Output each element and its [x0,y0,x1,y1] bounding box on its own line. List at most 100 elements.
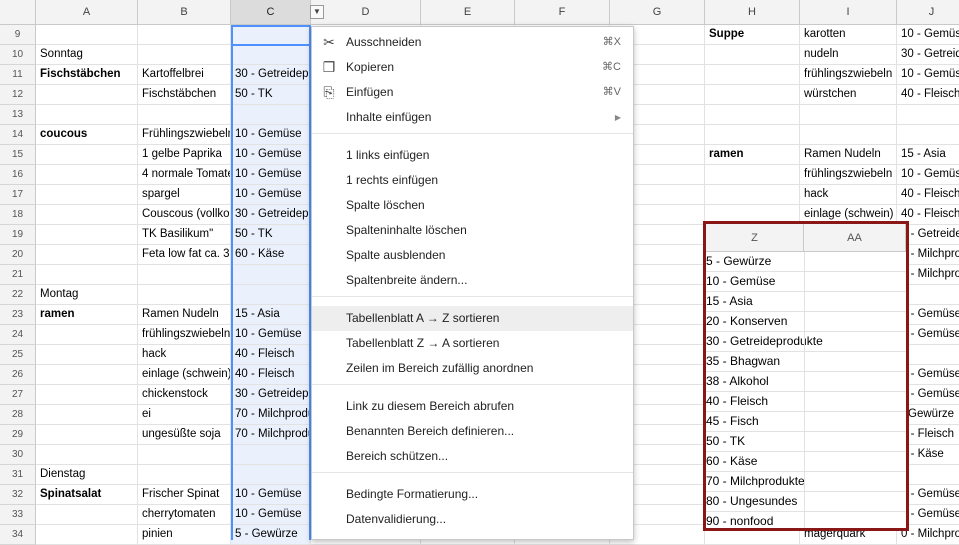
cell-h16[interactable] [705,165,800,185]
cell-h10[interactable] [705,45,800,65]
cell-j14[interactable] [897,125,959,145]
menu-item-bedingte-formatierung[interactable]: Bedingte Formatierung... [312,482,633,507]
column-header-a[interactable]: A [36,0,138,25]
cell-j9[interactable]: 10 - Gemüse [897,25,959,45]
row-header-22[interactable]: 22 [0,285,36,305]
cell-b14[interactable]: Frühlingszwiebeln [138,125,231,145]
menu-item-spalte-ausblenden[interactable]: Spalte ausblenden [312,243,633,268]
cell-a9[interactable] [36,25,138,45]
cell-b11[interactable]: Kartoffelbrei [138,65,231,85]
cell-c26[interactable]: 40 - Fleisch [231,365,311,385]
cell-c28[interactable]: 70 - Milchprodukte [231,405,311,425]
cell-b22[interactable] [138,285,231,305]
cell-i13[interactable] [800,105,897,125]
cell-i17[interactable]: hack [800,185,897,205]
row-header-34[interactable]: 34 [0,525,36,545]
category-list-item[interactable]: 45 - Fisch [706,412,906,432]
cell-c13[interactable] [231,105,311,125]
cell-b29[interactable]: ungesüßte soja [138,425,231,445]
column-menu-dropdown-icon[interactable]: ▼ [310,5,324,19]
cell-a29[interactable] [36,425,138,445]
cell-b23[interactable]: Ramen Nudeln [138,305,231,325]
cell-i14[interactable] [800,125,897,145]
row-header-30[interactable]: 30 [0,445,36,465]
cell-j12[interactable]: 40 - Fleisch [897,85,959,105]
cell-c30[interactable] [231,445,311,465]
cell-a20[interactable] [36,245,138,265]
menu-item-spalte-löschen[interactable]: Spalte löschen [312,193,633,218]
category-list-item[interactable]: 80 - Ungesundes [706,492,906,512]
category-list-item[interactable]: 60 - Käse [706,452,906,472]
cell-b17[interactable]: spargel [138,185,231,205]
cell-b16[interactable]: 4 normale Tomaten [138,165,231,185]
cell-j17[interactable]: 40 - Fleisch [897,185,959,205]
cell-b12[interactable]: Fischstäbchen [138,85,231,105]
category-list-item[interactable]: 35 - Bhagwan [706,352,906,372]
row-header-17[interactable]: 17 [0,185,36,205]
cell-b25[interactable]: hack [138,345,231,365]
cell-a12[interactable] [36,85,138,105]
cell-j13[interactable] [897,105,959,125]
category-list-item[interactable]: 5 - Gewürze [706,252,906,272]
row-header-23[interactable]: 23 [0,305,36,325]
category-list-item[interactable]: 20 - Konserven [706,312,906,332]
menu-item-zeilen-im-bereich-zufällig-anordnen[interactable]: Zeilen im Bereich zufällig anordnen [312,356,633,381]
row-header-21[interactable]: 21 [0,265,36,285]
menu-item-link-zu-diesem-bereich-abrufen[interactable]: Link zu diesem Bereich abrufen [312,394,633,419]
row-header-20[interactable]: 20 [0,245,36,265]
cell-c27[interactable]: 30 - Getreideprodukte [231,385,311,405]
category-list-item[interactable]: 90 - nonfood [706,512,906,528]
cell-i9[interactable]: karotten [800,25,897,45]
column-header-i[interactable]: I [800,0,897,25]
cell-h9[interactable]: Suppe [705,25,800,45]
menu-item-spalteninhalte-löschen[interactable]: Spalteninhalte löschen [312,218,633,243]
category-list-item[interactable]: 40 - Fleisch [706,392,906,412]
menu-item-bereich-schützen[interactable]: Bereich schützen... [312,444,633,469]
row-header-27[interactable]: 27 [0,385,36,405]
cell-c23[interactable]: 15 - Asia [231,305,311,325]
category-list-item[interactable]: 50 - TK [706,432,906,452]
cell-a28[interactable] [36,405,138,425]
row-header-10[interactable]: 10 [0,45,36,65]
column-header-g[interactable]: G [610,0,705,25]
cell-b28[interactable]: ei [138,405,231,425]
column-header-b[interactable]: B [138,0,231,25]
cell-a33[interactable] [36,505,138,525]
row-header-24[interactable]: 24 [0,325,36,345]
cell-h13[interactable] [705,105,800,125]
category-list-item[interactable]: 70 - Milchprodukte [706,472,906,492]
cell-i16[interactable]: frühlingszwiebeln [800,165,897,185]
menu-item-benannten-bereich-definieren[interactable]: Benannten Bereich definieren... [312,419,633,444]
cell-h14[interactable] [705,125,800,145]
menu-item-ausschneiden[interactable]: Ausschneiden ✂ ⌘X [312,30,633,55]
cell-b27[interactable]: chickenstock [138,385,231,405]
column-header-h[interactable]: H [705,0,800,25]
cell-c12[interactable]: 50 - TK [231,85,311,105]
cell-a11[interactable]: Fischstäbchen [36,65,138,85]
cell-a27[interactable] [36,385,138,405]
column-header-z[interactable]: Z [706,224,804,252]
cell-a23[interactable]: ramen [36,305,138,325]
cell-c31[interactable] [231,465,311,485]
cell-c22[interactable] [231,285,311,305]
menu-item-tabellenblatt-a-z-sortieren[interactable]: Tabellenblatt A → Z sortieren [312,306,633,331]
cell-a32[interactable]: Spinatsalat [36,485,138,505]
category-list-item[interactable]: 10 - Gemüse [706,272,906,292]
cell-b9[interactable] [138,25,231,45]
row-header-33[interactable]: 33 [0,505,36,525]
cell-j16[interactable]: 10 - Gemüse [897,165,959,185]
cell-c24[interactable]: 10 - Gemüse [231,325,311,345]
cell-h15[interactable]: ramen [705,145,800,165]
cell-a22[interactable]: Montag [36,285,138,305]
cell-i10[interactable]: nudeln [800,45,897,65]
cell-a14[interactable]: coucous [36,125,138,145]
column-header-c[interactable]: C [231,0,311,25]
cell-h11[interactable] [705,65,800,85]
select-all-corner[interactable] [0,0,36,25]
cell-a34[interactable] [36,525,138,545]
cell-a30[interactable] [36,445,138,465]
column-header-e[interactable]: E [421,0,515,25]
cell-a16[interactable] [36,165,138,185]
row-header-28[interactable]: 28 [0,405,36,425]
row-header-13[interactable]: 13 [0,105,36,125]
